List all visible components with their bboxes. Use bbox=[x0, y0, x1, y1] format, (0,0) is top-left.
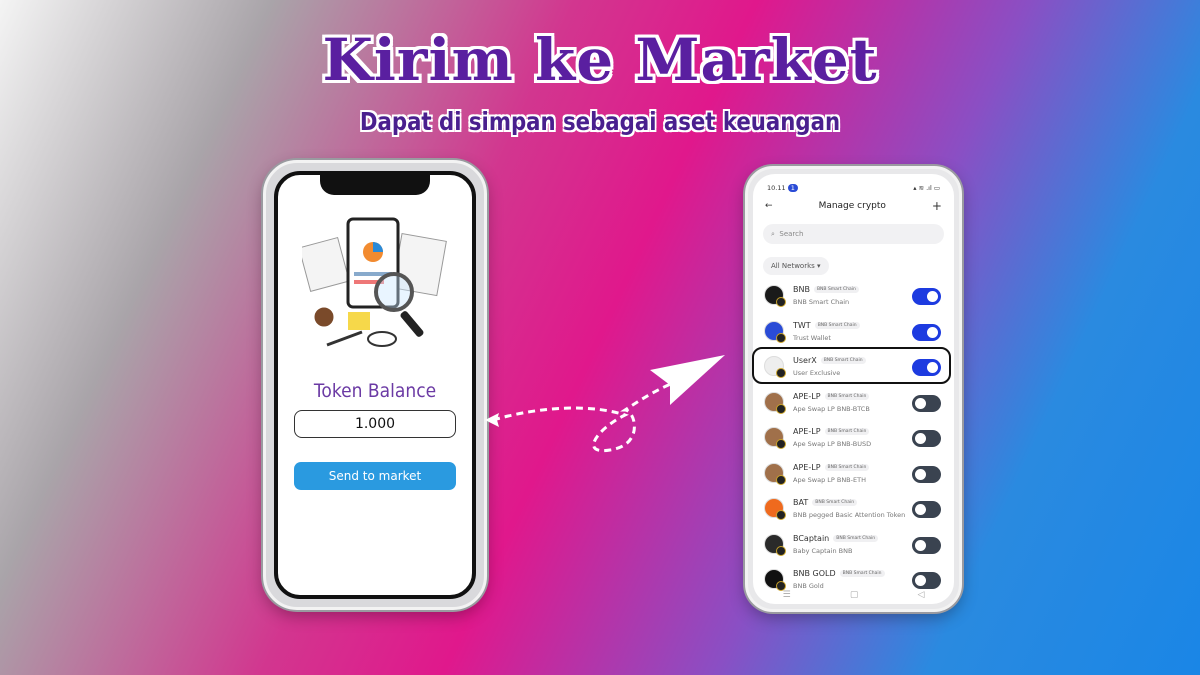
token-subtitle: Trust Wallet bbox=[793, 333, 831, 342]
highlight-userx-box bbox=[752, 347, 951, 384]
bnb-network-badge-icon bbox=[776, 332, 786, 343]
token-name: BNB bbox=[793, 285, 810, 294]
token-toggle[interactable] bbox=[912, 501, 941, 518]
token-logo-icon bbox=[764, 498, 786, 520]
token-toggle[interactable] bbox=[912, 430, 941, 447]
token-logo-icon bbox=[764, 533, 786, 556]
bnb-network-badge-icon bbox=[776, 403, 786, 414]
token-name: BCaptain bbox=[793, 533, 830, 543]
banner-title: Kirim ke Market bbox=[322, 26, 878, 94]
network-tag: BNB Smart Chain bbox=[812, 499, 858, 506]
token-row: TWT BNB Smart Chain Trust Wallet bbox=[758, 315, 949, 349]
dashed-arrow-path-icon bbox=[485, 355, 725, 453]
network-tag: BNB Smart Chain bbox=[814, 321, 860, 329]
token-subtitle: BNB Smart Chain bbox=[793, 298, 850, 306]
token-name: TWT bbox=[793, 320, 811, 330]
android-nav-bar: ☰ ▢ ◁ bbox=[753, 590, 954, 600]
page-title: Manage crypto bbox=[818, 201, 886, 211]
token-logo-icon bbox=[764, 285, 786, 307]
left-phone-screen: Token Balance 1.000 Send to market bbox=[274, 171, 476, 599]
token-name: APE-LP bbox=[793, 427, 821, 436]
token-toggle[interactable] bbox=[912, 323, 941, 341]
token-logo-icon bbox=[764, 320, 786, 343]
token-row: APE-LP BNB Smart Chain Ape Swap LP BNB-ET… bbox=[758, 457, 949, 491]
banner-subtitle: Dapat di simpan sebagai aset keuangan bbox=[359, 107, 841, 136]
bnb-network-badge-icon bbox=[776, 510, 786, 520]
token-subtitle: Ape Swap LP BNB-BUSD bbox=[793, 440, 872, 448]
token-toggle[interactable] bbox=[912, 394, 941, 412]
token-toggle[interactable] bbox=[912, 536, 941, 554]
token-row: BCaptain BNB Smart Chain Baby Captain BNB bbox=[758, 528, 949, 562]
send-to-market-button[interactable]: Send to market bbox=[294, 462, 456, 490]
token-name: APE-LP bbox=[793, 462, 821, 472]
status-user-badge: 1 bbox=[787, 184, 798, 192]
token-toggle[interactable] bbox=[912, 465, 941, 483]
network-tag: BNB Smart Chain bbox=[824, 463, 870, 471]
token-subtitle: Ape Swap LP BNB-ETH bbox=[793, 475, 866, 484]
right-phone: 10.11 1 ▴ ≋ .ıl ▭ ← Manage crypto + ⌕ Se… bbox=[745, 166, 962, 612]
token-logo-icon bbox=[764, 462, 786, 485]
network-tag: BNB Smart Chain bbox=[813, 286, 859, 293]
token-subtitle: Ape Swap LP BNB-BTCB bbox=[793, 404, 870, 413]
paper-plane-icon bbox=[650, 355, 725, 405]
home-nav-icon[interactable]: ▢ bbox=[850, 590, 859, 600]
token-name: APE-LP bbox=[793, 391, 821, 401]
token-toggle[interactable] bbox=[912, 572, 941, 589]
search-input[interactable]: ⌕ Search bbox=[763, 224, 944, 244]
token-name: BAT bbox=[793, 498, 809, 507]
token-subtitle: Baby Captain BNB bbox=[793, 546, 853, 555]
left-phone: Token Balance 1.000 Send to market bbox=[263, 160, 487, 610]
network-tag: BNB Smart Chain bbox=[824, 392, 870, 400]
token-subtitle: BNB pegged Basic Attention Token bbox=[793, 511, 906, 519]
token-toggle[interactable] bbox=[912, 288, 941, 305]
token-name: BNB GOLD bbox=[793, 569, 836, 578]
search-icon: ⌕ bbox=[771, 230, 775, 238]
back-icon[interactable]: ← bbox=[765, 201, 773, 211]
token-row: BAT BNB Smart Chain BNB pegged Basic Atte… bbox=[758, 492, 949, 526]
status-time: 10.11 bbox=[767, 184, 786, 192]
status-bar: 10.11 1 ▴ ≋ .ıl ▭ bbox=[767, 182, 940, 194]
network-tag: BNB Smart Chain bbox=[839, 570, 885, 577]
token-logo-icon bbox=[764, 427, 786, 449]
bnb-network-badge-icon bbox=[776, 474, 786, 485]
finance-illustration-icon bbox=[302, 217, 447, 347]
token-row: APE-LP BNB Smart Chain Ape Swap LP BNB-BT… bbox=[758, 386, 949, 420]
bnb-network-badge-icon bbox=[776, 297, 786, 307]
back-nav-icon[interactable]: ◁ bbox=[917, 590, 924, 600]
phone-notch bbox=[320, 175, 430, 195]
search-placeholder: Search bbox=[779, 230, 804, 238]
network-tag: BNB Smart Chain bbox=[824, 428, 870, 435]
network-filter-dropdown[interactable]: All Networks ▾ bbox=[763, 257, 829, 275]
token-row: BNB BNB Smart Chain BNB Smart Chain bbox=[758, 279, 949, 313]
add-icon[interactable]: + bbox=[932, 199, 942, 213]
token-balance-label: Token Balance bbox=[313, 380, 437, 402]
token-logo-icon bbox=[764, 569, 786, 591]
bnb-network-badge-icon bbox=[776, 439, 786, 449]
menu-nav-icon[interactable]: ☰ bbox=[783, 590, 791, 600]
token-logo-icon bbox=[764, 391, 786, 414]
bnb-network-badge-icon bbox=[776, 545, 786, 556]
token-balance-input[interactable]: 1.000 bbox=[294, 410, 456, 438]
right-phone-screen: 10.11 1 ▴ ≋ .ıl ▭ ← Manage crypto + ⌕ Se… bbox=[753, 174, 954, 604]
status-icons: ▴ ≋ .ıl ▭ bbox=[913, 184, 940, 192]
network-tag: BNB Smart Chain bbox=[833, 534, 879, 542]
token-row: APE-LP BNB Smart Chain Ape Swap LP BNB-BU… bbox=[758, 421, 949, 455]
token-subtitle: BNB Gold bbox=[793, 582, 824, 590]
